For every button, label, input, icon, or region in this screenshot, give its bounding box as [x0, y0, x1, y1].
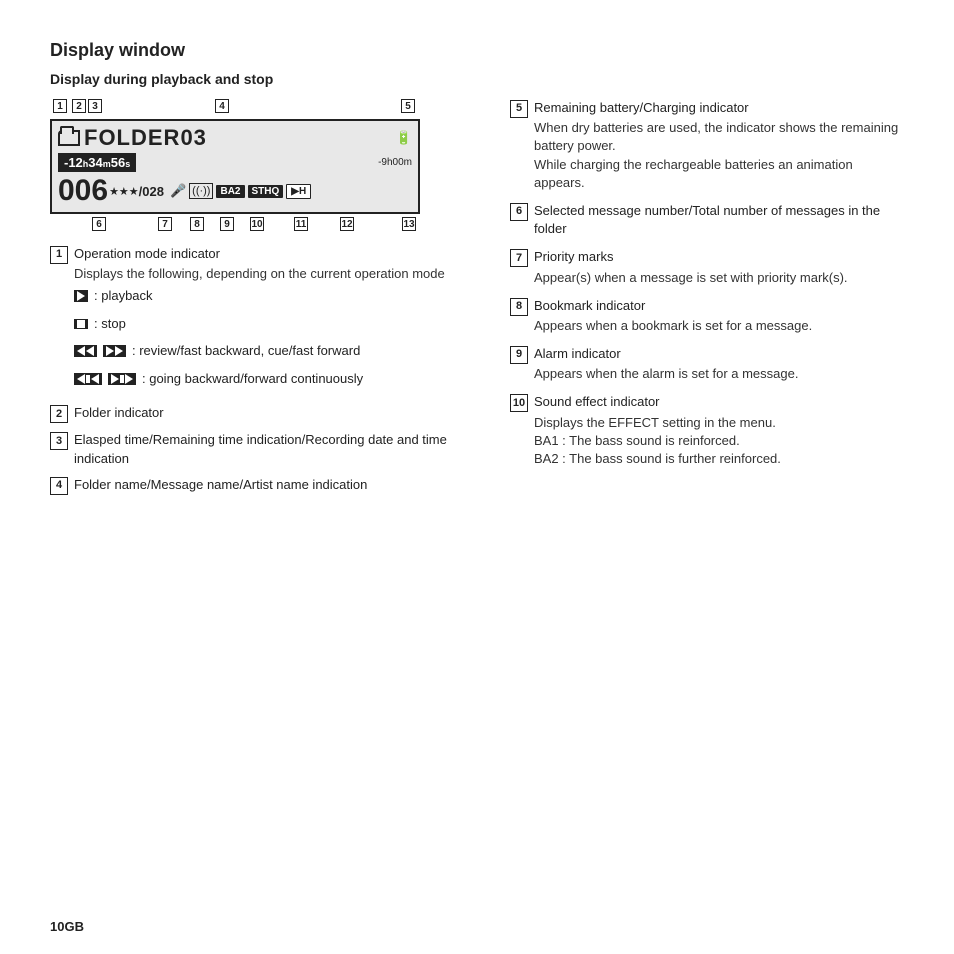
ba2-badge: BA2: [216, 185, 244, 198]
item-title-2: Folder indicator: [74, 405, 164, 420]
cont-ff-icon: [108, 373, 136, 385]
diag-label-9: 9: [220, 217, 234, 231]
stop-icon-box: [74, 319, 88, 329]
right-item-title-9: Alarm indicator: [534, 346, 621, 361]
page-number: 10GB: [50, 919, 84, 934]
diag-label-3: 3: [88, 99, 102, 113]
sub-item-stop: : stop: [74, 314, 480, 334]
rew-icon-box: [74, 345, 97, 357]
right-item-title-10: Sound effect indicator: [534, 394, 660, 409]
h-badge: ▶H: [286, 184, 311, 199]
sub-item-play: : playback: [74, 286, 480, 306]
play-icon-box: [74, 290, 88, 302]
right-item-title-8: Bookmark indicator: [534, 298, 645, 313]
sub-item-cont: : going backward/forward continuously: [74, 369, 480, 389]
sub-list-1: : playback : stop: [74, 286, 480, 388]
diag-label-13: 13: [402, 217, 416, 231]
item-title-4: Folder name/Message name/Artist name ind…: [74, 477, 367, 492]
right-item-num-5: 5: [510, 100, 528, 118]
diag-label-12: 12: [340, 217, 354, 231]
right-column: 5 Remaining battery/Charging indicator W…: [510, 99, 904, 503]
right-item-num-10: 10: [510, 394, 528, 412]
list-item-2: 2 Folder indicator: [50, 404, 480, 423]
right-item-desc-9: Appears when the alarm is set for a mess…: [534, 365, 904, 383]
play-label: : playback: [94, 286, 153, 306]
list-item-3: 3 Elasped time/Remaining time indication…: [50, 431, 480, 467]
right-item-7: 7 Priority marks Appear(s) when a messag…: [510, 248, 904, 286]
diag-label-8: 8: [190, 217, 204, 231]
wireless-icon: ((·)): [189, 183, 213, 199]
right-item-9: 9 Alarm indicator Appears when the alarm…: [510, 345, 904, 383]
right-item-title-6: Selected message number/Total number of …: [534, 203, 880, 236]
message-number: 006: [58, 174, 108, 208]
ff-icon-box: [103, 345, 126, 357]
diag-label-10: 10: [250, 217, 264, 231]
rewff-label: : review/fast backward, cue/fast forward: [132, 341, 360, 361]
diag-label-7: 7: [158, 217, 172, 231]
left-item-list: 1 Operation mode indicator Displays the …: [50, 245, 480, 495]
time-display: -12h34m56s: [58, 153, 136, 172]
diag-label-6: 6: [92, 217, 106, 231]
right-item-8: 8 Bookmark indicator Appears when a book…: [510, 297, 904, 335]
list-item-4: 4 Folder name/Message name/Artist name i…: [50, 476, 480, 495]
page-subtitle: Display during playback and stop: [50, 71, 904, 87]
item-num-1: 1: [50, 246, 68, 264]
right-item-desc-5: When dry batteries are used, the indicat…: [534, 119, 904, 192]
lcd-screen: FOLDER03 🔋 -12h34m56s -9h00m 006 ★★★: [50, 119, 420, 214]
item-desc-1: Displays the following, depending on the…: [74, 265, 480, 283]
mic-icon: 🎤: [170, 183, 186, 199]
right-item-6: 6 Selected message number/Total number o…: [510, 202, 904, 238]
diag-label-2: 2: [72, 99, 86, 113]
item-num-2: 2: [50, 405, 68, 423]
battery-icon: 🔋: [396, 130, 412, 146]
sthq-badge: STHQ: [248, 185, 284, 198]
diag-label-1: 1: [53, 99, 67, 113]
right-item-title-7: Priority marks: [534, 249, 613, 264]
right-item-10: 10 Sound effect indicator Displays the E…: [510, 393, 904, 468]
right-item-desc-7: Appear(s) when a message is set with pri…: [534, 269, 904, 287]
cont-rew-icon: [74, 373, 102, 385]
item-title-3: Elasped time/Remaining time indication/R…: [74, 432, 447, 465]
stop-label: : stop: [94, 314, 126, 334]
item-num-3: 3: [50, 432, 68, 450]
cont-label: : going backward/forward continuously: [142, 369, 363, 389]
item-title-1: Operation mode indicator: [74, 246, 220, 261]
display-diagram: 1 2 3 4 5 FOLDER03 🔋: [50, 99, 420, 235]
page-title: Display window: [50, 40, 904, 61]
right-item-title-5: Remaining battery/Charging indicator: [534, 100, 749, 115]
remaining-time: -9h00m: [378, 157, 412, 168]
list-item-1: 1 Operation mode indicator Displays the …: [50, 245, 480, 396]
right-item-5: 5 Remaining battery/Charging indicator W…: [510, 99, 904, 192]
right-item-desc-10: Displays the EFFECT setting in the menu.…: [534, 414, 904, 469]
item-num-4: 4: [50, 477, 68, 495]
right-item-num-8: 8: [510, 298, 528, 316]
icon-row: 🎤 ((·)) BA2 STHQ ▶H: [170, 183, 311, 199]
folder-name: FOLDER03: [84, 125, 207, 151]
sub-item-rewff: : review/fast backward, cue/fast forward: [74, 341, 480, 361]
right-item-num-7: 7: [510, 249, 528, 267]
diag-label-5: 5: [401, 99, 415, 113]
right-item-num-6: 6: [510, 203, 528, 221]
right-item-desc-8: Appears when a bookmark is set for a mes…: [534, 317, 904, 335]
right-item-list: 5 Remaining battery/Charging indicator W…: [510, 99, 904, 468]
right-item-num-9: 9: [510, 346, 528, 364]
diag-label-11: 11: [294, 217, 308, 231]
folder-icon: [58, 130, 80, 146]
diag-label-4: 4: [215, 99, 229, 113]
priority-stars: ★★★: [109, 185, 139, 198]
total-messages: /028: [139, 184, 164, 199]
left-column: 1 2 3 4 5 FOLDER03 🔋: [50, 99, 480, 503]
